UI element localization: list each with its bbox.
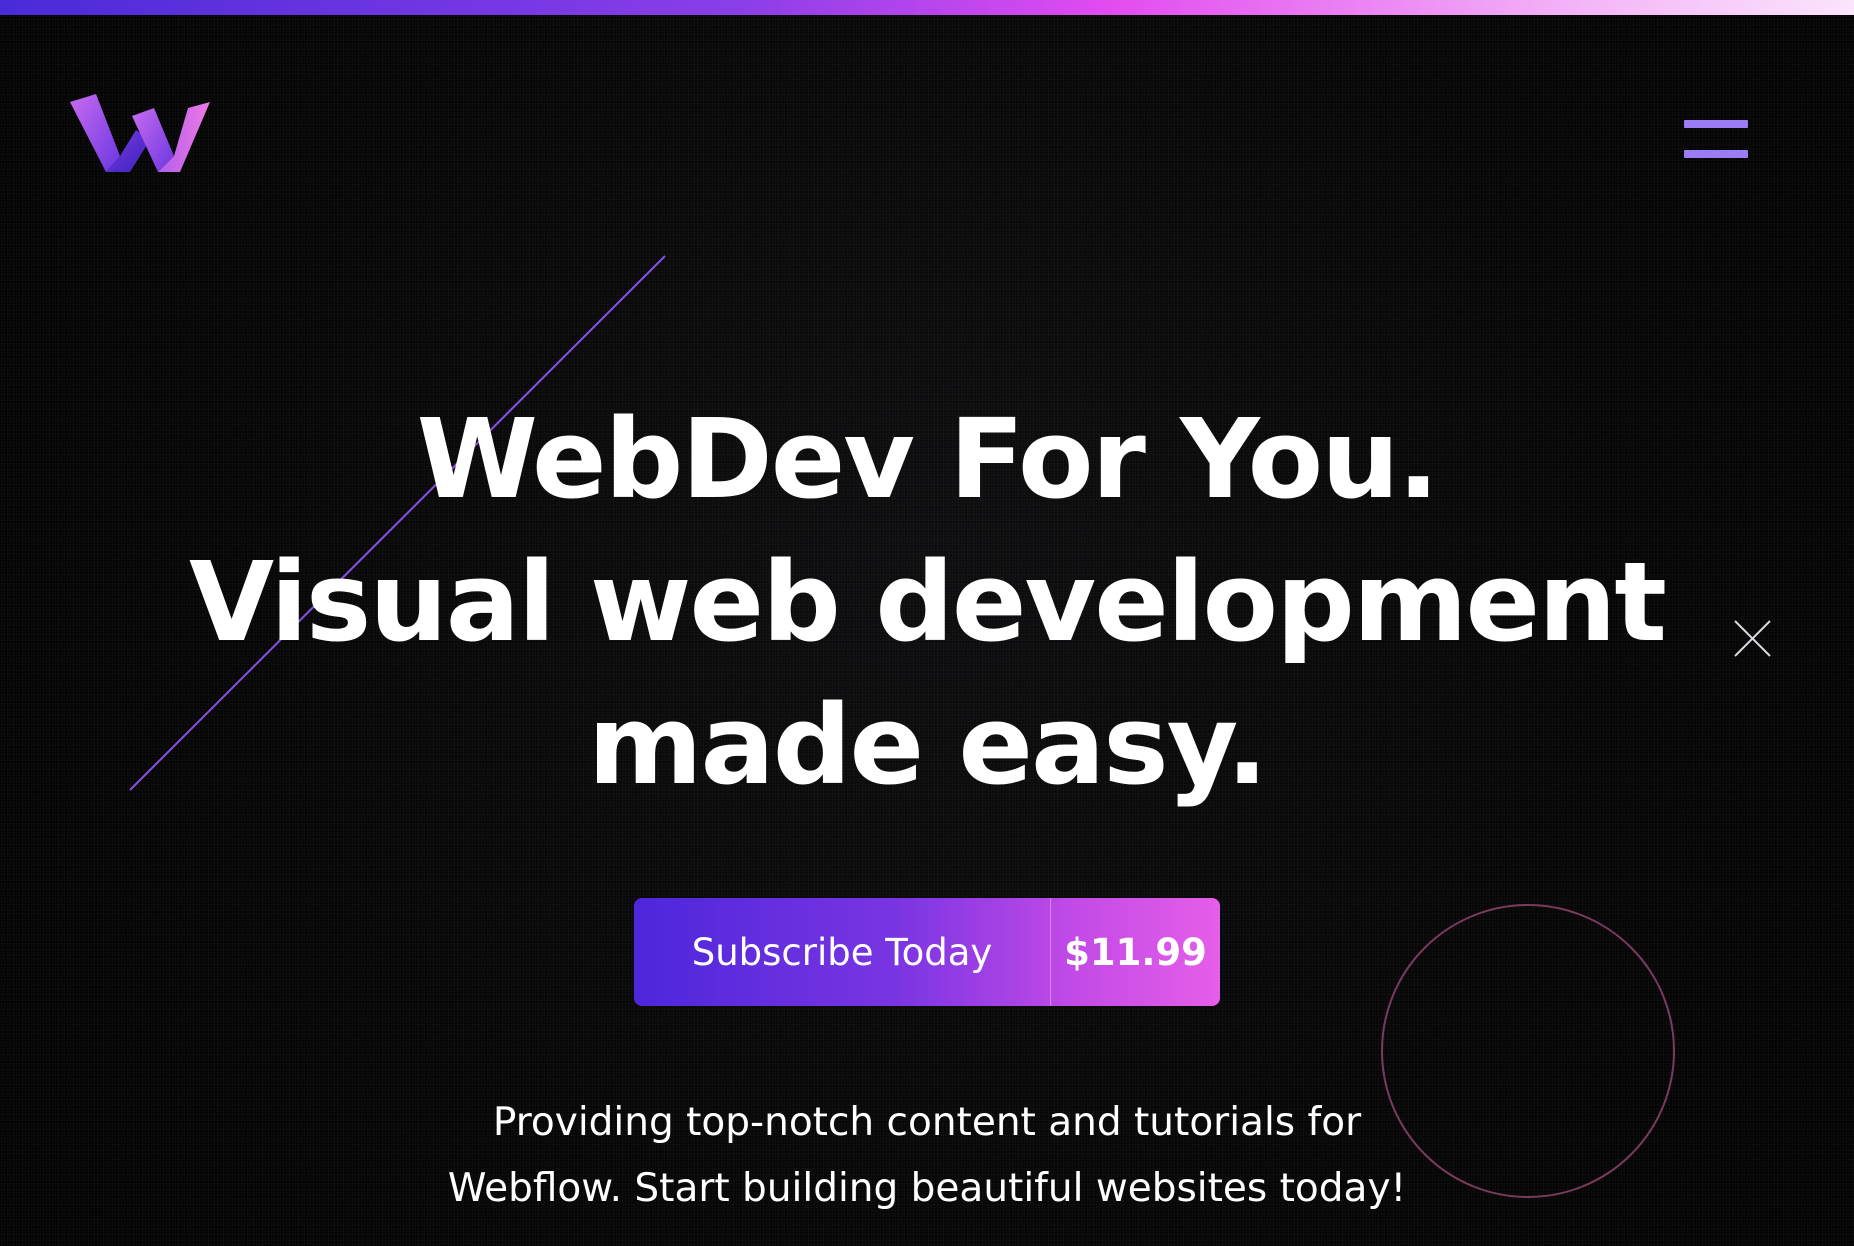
top-gradient-bar	[0, 0, 1854, 15]
hero-title-line: WebDev For You.	[416, 395, 1440, 523]
menu-line	[1684, 120, 1748, 128]
subscribe-price: $11.99	[1064, 930, 1207, 974]
landing-page: WebDev For You. Visual web development m…	[0, 0, 1854, 1246]
subscribe-button-label: Subscribe Today	[634, 898, 1051, 1006]
hero-subtitle-line: Webflow. Start building beautiful websit…	[447, 1166, 1407, 1211]
hero-subtitle-line: Providing top-notch content and tutorial…	[492, 1100, 1362, 1145]
hamburger-menu-icon[interactable]	[1680, 116, 1748, 162]
menu-line	[1684, 150, 1748, 158]
subscribe-button[interactable]: Subscribe Today $11.99	[634, 898, 1220, 1006]
hero-title: WebDev For You. Visual web development m…	[0, 388, 1854, 817]
hero-title-line: made easy.	[587, 681, 1268, 809]
webdev-w-logo-icon[interactable]	[70, 94, 210, 174]
hero-subtitle: Providing top-notch content and tutorial…	[0, 1090, 1854, 1222]
hero-title-line: Visual web development	[189, 538, 1667, 666]
